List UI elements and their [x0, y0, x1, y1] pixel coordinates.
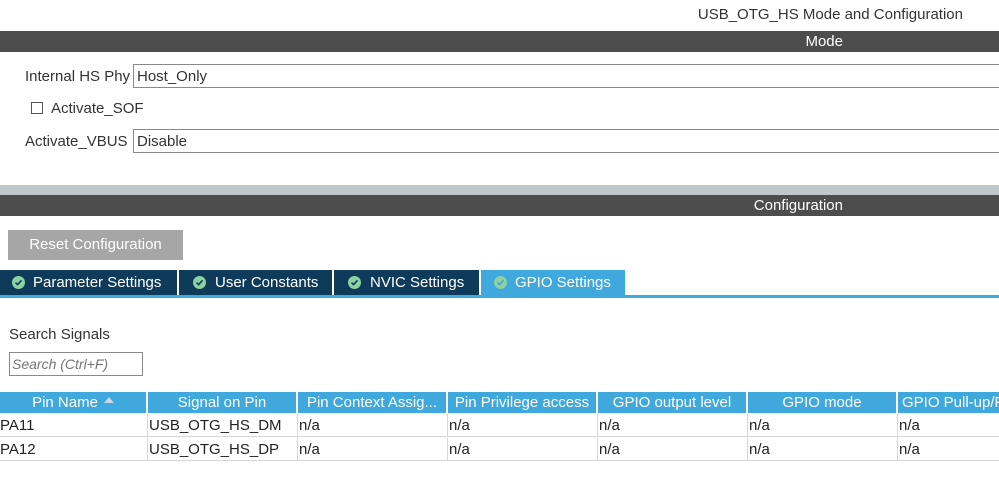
- check-circle-icon: [494, 276, 507, 289]
- column-header-pin-context[interactable]: Pin Context Assig...: [298, 392, 446, 413]
- activate-vbus-select[interactable]: Disable: [133, 129, 999, 153]
- configuration-section-header: Configuration: [0, 195, 999, 216]
- column-header-pin-privilege[interactable]: Pin Privilege access: [448, 392, 596, 413]
- sort-icon[interactable]: [103, 397, 114, 404]
- check-circle-icon: [12, 276, 25, 289]
- tab-label: Parameter Settings: [33, 274, 162, 291]
- section-divider[interactable]: [0, 185, 999, 195]
- cell-gpio-pull: n/a: [899, 417, 920, 434]
- page-title: USB_OTG_HS Mode and Configuration: [697, 6, 963, 23]
- table-header-row: Pin Name Signal on Pin Pin Context Assig…: [0, 392, 999, 413]
- cell-pin-privilege: n/a: [448, 438, 598, 461]
- activate-sof-label: Activate_SOF: [51, 100, 144, 117]
- activate-sof-checkbox[interactable]: [31, 102, 43, 114]
- search-signals-input[interactable]: [9, 352, 143, 376]
- cell-gpio-mode: n/a: [748, 438, 898, 461]
- tab-label: User Constants: [215, 274, 319, 291]
- column-header-gpio-mode[interactable]: GPIO mode: [748, 392, 896, 413]
- cell-pin-privilege: n/a: [448, 414, 598, 437]
- configuration-header-label: Configuration: [753, 197, 843, 214]
- tab-label: GPIO Settings: [515, 274, 611, 291]
- cell-pin-context: n/a: [298, 438, 448, 461]
- reset-configuration-button[interactable]: Reset Configuration: [8, 230, 183, 260]
- cell-gpio-pull: n/a: [899, 441, 920, 458]
- internal-hs-phy-select[interactable]: Host_Only: [133, 64, 999, 88]
- tab-nvic-settings[interactable]: NVIC Settings: [334, 270, 479, 295]
- search-signals-label: Search Signals: [9, 326, 110, 343]
- column-header-gpio-pull[interactable]: GPIO Pull-up/P: [898, 392, 999, 413]
- cell-gpio-mode: n/a: [748, 414, 898, 437]
- tab-label: NVIC Settings: [370, 274, 465, 291]
- table-row[interactable]: PA11 USB_OTG_HS_DM n/a n/a n/a n/a n/a: [0, 414, 999, 437]
- activate-vbus-label: Activate_VBUS: [25, 133, 128, 150]
- column-header-pin-name[interactable]: Pin Name: [0, 392, 146, 413]
- mode-section-header: Mode: [0, 31, 999, 52]
- column-header-gpio-output-level[interactable]: GPIO output level: [598, 392, 746, 413]
- config-tabs: Parameter Settings User Constants NVIC S…: [0, 270, 999, 295]
- internal-hs-phy-label: Internal HS Phy: [25, 68, 131, 85]
- column-header-label: Pin Name: [32, 394, 98, 411]
- cell-pin-name: PA11: [0, 414, 148, 437]
- tab-user-constants[interactable]: User Constants: [179, 270, 332, 295]
- tab-parameter-settings[interactable]: Parameter Settings: [0, 270, 177, 295]
- mode-header-label: Mode: [805, 33, 843, 50]
- tab-gpio-settings[interactable]: GPIO Settings: [481, 270, 625, 295]
- cell-gpio-output-level: n/a: [598, 438, 748, 461]
- cell-gpio-output-level: n/a: [598, 414, 748, 437]
- table-row[interactable]: PA12 USB_OTG_HS_DP n/a n/a n/a n/a n/a: [0, 438, 999, 461]
- cell-pin-context: n/a: [298, 414, 448, 437]
- cell-signal: USB_OTG_HS_DM: [148, 414, 298, 437]
- tab-underline: [0, 295, 999, 298]
- check-circle-icon: [193, 276, 206, 289]
- check-circle-icon: [348, 276, 361, 289]
- cell-signal: USB_OTG_HS_DP: [148, 438, 298, 461]
- cell-pin-name: PA12: [0, 438, 148, 461]
- column-header-signal-on-pin[interactable]: Signal on Pin: [148, 392, 296, 413]
